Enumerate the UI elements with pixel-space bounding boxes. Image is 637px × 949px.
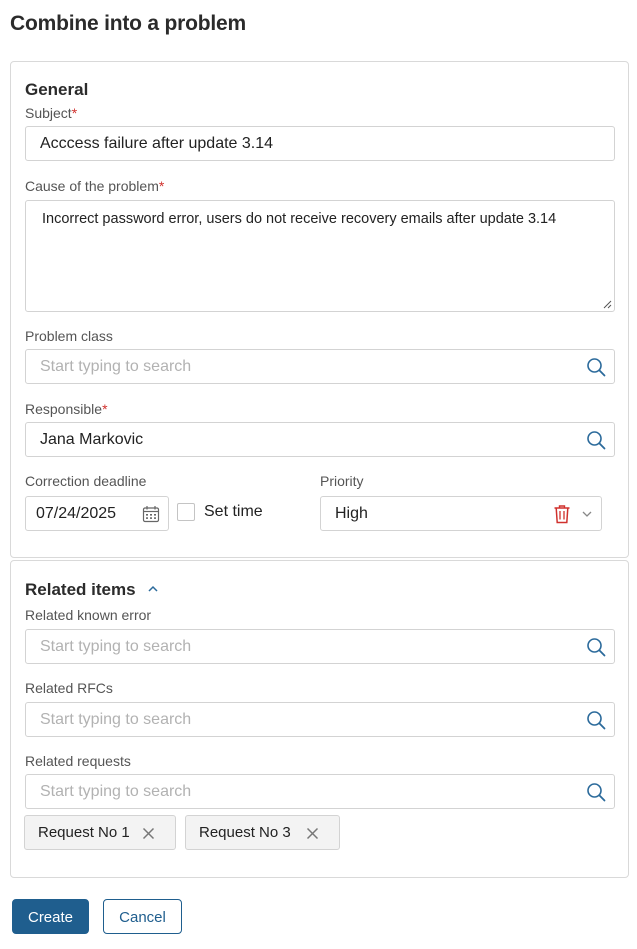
priority-value: High: [335, 505, 368, 522]
problem-class-input[interactable]: Start typing to search: [25, 349, 615, 384]
subject-value: Acccess failure after update 3.14: [40, 135, 274, 152]
responsible-input[interactable]: Jana Markovic: [25, 422, 615, 457]
priority-label: Priority: [320, 473, 364, 489]
set-time-label[interactable]: Set time: [204, 503, 263, 521]
rfcs-placeholder: Start typing to search: [40, 711, 192, 728]
search-icon[interactable]: [586, 430, 606, 450]
close-icon[interactable]: [306, 827, 319, 840]
deadline-date-input[interactable]: 07/24/2025: [25, 496, 169, 531]
known-error-input[interactable]: Start typing to search: [25, 629, 615, 664]
requests-input[interactable]: Start typing to search: [25, 774, 615, 809]
set-time-checkbox[interactable]: [177, 503, 195, 521]
trash-icon[interactable]: [553, 504, 571, 524]
page-title: Combine into a problem: [10, 12, 246, 35]
request-chip[interactable]: Request No 1: [24, 815, 176, 850]
cause-value: Incorrect password error, users do not r…: [42, 211, 557, 227]
cause-label: Cause of the problem*: [25, 178, 165, 194]
search-icon[interactable]: [586, 710, 606, 730]
rfcs-label: Related RFCs: [25, 680, 113, 696]
problem-class-label: Problem class: [25, 328, 113, 344]
close-icon[interactable]: [142, 827, 155, 840]
resize-handle-icon[interactable]: [602, 299, 612, 309]
subject-label: Subject*: [25, 105, 78, 121]
requests-label: Related requests: [25, 753, 131, 769]
chevron-down-icon[interactable]: [581, 509, 593, 519]
deadline-value: 07/24/2025: [36, 505, 117, 522]
problem-class-placeholder: Start typing to search: [40, 358, 192, 375]
chevron-up-icon[interactable]: [147, 584, 159, 594]
request-chip[interactable]: Request No 3: [185, 815, 340, 850]
priority-select[interactable]: High: [320, 496, 602, 531]
request-chip-label: Request No 3: [199, 824, 291, 841]
search-icon[interactable]: [586, 637, 606, 657]
create-button[interactable]: Create: [12, 899, 89, 934]
subject-field[interactable]: Acccess failure after update 3.14: [25, 126, 615, 161]
related-section-title: Related items: [25, 580, 136, 599]
request-chip-label: Request No 1: [38, 824, 130, 841]
rfcs-input[interactable]: Start typing to search: [25, 702, 615, 737]
responsible-value: Jana Markovic: [40, 431, 144, 448]
calendar-icon[interactable]: [142, 505, 160, 523]
search-icon[interactable]: [586, 782, 606, 802]
general-section-title: General: [25, 80, 89, 99]
general-section: General Subject* Acccess failure after u…: [10, 61, 629, 558]
cancel-button[interactable]: Cancel: [103, 899, 182, 934]
known-error-label: Related known error: [25, 607, 152, 623]
responsible-label: Responsible*: [25, 401, 108, 417]
search-icon[interactable]: [586, 357, 606, 377]
related-section-toggle[interactable]: Related items: [25, 580, 159, 600]
known-error-placeholder: Start typing to search: [40, 638, 192, 655]
related-section: Related items Related known error Start …: [10, 560, 629, 878]
deadline-label: Correction deadline: [25, 473, 147, 489]
requests-placeholder: Start typing to search: [40, 783, 192, 800]
cause-textarea[interactable]: Incorrect password error, users do not r…: [25, 200, 615, 312]
